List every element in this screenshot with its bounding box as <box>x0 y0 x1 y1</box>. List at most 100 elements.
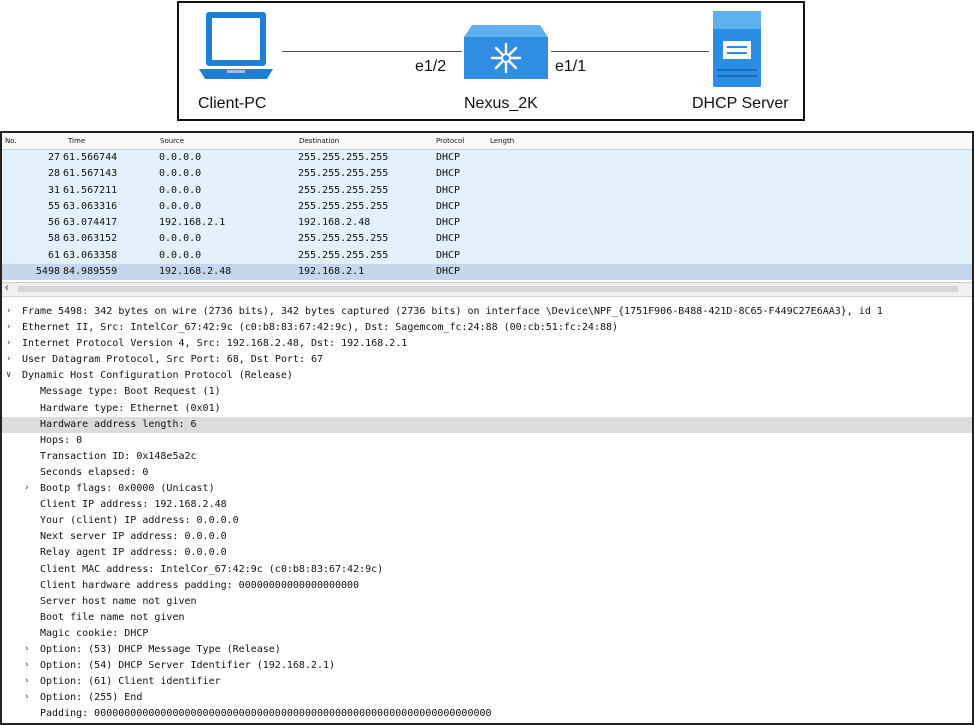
packet-no: 61 <box>47 249 60 261</box>
packet-destination: 192.168.2.48 <box>298 217 371 229</box>
column-header-no[interactable]: No. <box>5 137 17 145</box>
packet-no: 28 <box>47 168 60 180</box>
triangle-right-icon[interactable]: › <box>24 660 29 670</box>
detail-tree-item[interactable]: Hardware type: Ethernet (0x01) <box>2 401 972 417</box>
network-topology-diagram: Client-PC Nexus_2K e1/2 e1/1 DHCP Server <box>177 1 805 121</box>
laptop-icon <box>197 9 275 94</box>
detail-tree-item[interactable]: Client hardware address padding: 0000000… <box>2 578 972 594</box>
nexus-switch-label: Nexus_2K <box>464 95 538 112</box>
detail-tree-item[interactable]: Relay agent IP address: 0.0.0.0 <box>2 545 972 561</box>
packet-row[interactable]: 56 63.074417 192.168.2.1 192.168.2.48 DHCP <box>2 215 972 232</box>
detail-tree-item[interactable]: Client IP address: 192.168.2.48 <box>2 497 972 513</box>
detail-tree-item[interactable]: › Frame 5498: 342 bytes on wire (2736 bit… <box>2 304 972 320</box>
detail-text: Boot file name not given <box>40 611 185 623</box>
packet-row[interactable]: 61 63.063358 0.0.0.0 255.255.255.255 DHCP <box>2 247 972 265</box>
detail-tree-item[interactable]: › Ethernet II, Src: IntelCor_67:42:9c (c0… <box>2 320 972 336</box>
column-header-protocol[interactable]: Protocol <box>436 137 464 145</box>
scroll-left-icon[interactable]: ‹ <box>5 282 9 294</box>
packet-protocol: DHCP <box>436 200 461 212</box>
detail-tree-item[interactable]: Seconds elapsed: 0 <box>2 465 972 481</box>
triangle-right-icon[interactable]: › <box>6 354 11 364</box>
detail-text: Message type: Boot Request (1) <box>40 386 221 398</box>
detail-text: Transaction ID: 0x148e5a2c <box>40 450 197 462</box>
packet-row[interactable]: 31 61.567211 0.0.0.0 255.255.255.255 DHCP <box>2 182 972 199</box>
triangle-right-icon[interactable]: › <box>24 692 29 702</box>
packet-protocol: DHCP <box>436 249 461 261</box>
packet-destination: 255.255.255.255 <box>298 168 389 180</box>
packet-protocol: DHCP <box>436 233 461 245</box>
detail-tree-item[interactable]: › Option: (61) Client identifier <box>2 674 972 690</box>
packet-list-header: No. Time Source Destination Protocol Len… <box>2 133 972 150</box>
packet-no: 58 <box>47 233 60 245</box>
detail-tree-item[interactable]: › Internet Protocol Version 4, Src: 192.1… <box>2 336 972 352</box>
packet-source: 192.168.2.48 <box>159 266 232 278</box>
detail-tree-item[interactable]: Server host name not given <box>2 594 972 610</box>
triangle-right-icon[interactable]: › <box>24 676 29 686</box>
scrollbar-thumb[interactable] <box>18 286 958 292</box>
detail-tree-item[interactable]: Magic cookie: DHCP <box>2 626 972 642</box>
packet-no: 56 <box>47 217 60 229</box>
packet-row[interactable]: 58 63.063152 0.0.0.0 255.255.255.255 DHCP <box>2 231 972 248</box>
packet-source: 0.0.0.0 <box>159 200 202 212</box>
detail-tree-item[interactable]: Next server IP address: 0.0.0.0 <box>2 529 972 545</box>
detail-text: Your (client) IP address: 0.0.0.0 <box>40 515 239 527</box>
column-header-source[interactable]: Source <box>160 137 184 145</box>
packet-protocol: DHCP <box>436 266 461 278</box>
detail-tree-item[interactable]: Hops: 0 <box>2 433 972 449</box>
detail-tree-item[interactable]: Your (client) IP address: 0.0.0.0 <box>2 513 972 529</box>
detail-text: Client IP address: 192.168.2.48 <box>40 499 227 511</box>
detail-text: Option: (255) End <box>40 692 143 704</box>
detail-tree-item[interactable]: Message type: Boot Request (1) <box>2 384 972 400</box>
detail-text: Option: (61) Client identifier <box>40 676 221 688</box>
packet-time: 63.074417 <box>63 217 118 229</box>
detail-tree-item[interactable]: › Option: (54) DHCP Server Identifier (19… <box>2 658 972 674</box>
column-header-time[interactable]: Time <box>68 137 85 145</box>
server-icon <box>709 9 765 94</box>
detail-text: Option: (54) DHCP Server Identifier (192… <box>40 660 336 672</box>
column-header-length[interactable]: Length <box>490 137 514 145</box>
packet-source: 192.168.2.1 <box>159 217 226 229</box>
triangle-down-icon[interactable]: ∨ <box>6 370 11 380</box>
detail-tree-item[interactable]: Client MAC address: IntelCor_67:42:9c (c… <box>2 562 972 578</box>
triangle-right-icon[interactable]: › <box>6 322 11 332</box>
detail-tree-item[interactable]: Transaction ID: 0x148e5a2c <box>2 449 972 465</box>
column-header-destination[interactable]: Destination <box>299 137 339 145</box>
triangle-right-icon[interactable]: › <box>24 644 29 654</box>
packet-row[interactable]: 27 61.566744 0.0.0.0 255.255.255.255 DHCP <box>2 150 972 167</box>
triangle-right-icon[interactable]: › <box>6 338 11 348</box>
detail-tree-item[interactable]: › User Datagram Protocol, Src Port: 68, D… <box>2 352 972 368</box>
packet-list: 27 61.566744 0.0.0.0 255.255.255.255 DHCP 28 6… <box>2 150 972 281</box>
detail-tree-item[interactable]: › Option: (255) End <box>2 690 972 706</box>
detail-tree-item[interactable]: ∨ Dynamic Host Configuration Protocol (Re… <box>2 368 972 384</box>
detail-text: Internet Protocol Version 4, Src: 192.16… <box>22 338 408 350</box>
packet-no: 5498 <box>35 266 60 278</box>
detail-tree-item[interactable]: › Bootp flags: 0x0000 (Unicast) <box>2 481 972 497</box>
packet-protocol: DHCP <box>436 217 461 229</box>
detail-text: Hops: 0 <box>40 434 83 446</box>
port-label-e1-2: e1/2 <box>415 58 447 75</box>
triangle-right-icon[interactable]: › <box>6 306 11 316</box>
detail-text: Hardware address length: 6 <box>40 418 197 430</box>
packet-time: 61.567143 <box>63 168 118 180</box>
packet-time: 61.567211 <box>63 184 118 196</box>
packet-row[interactable]: 28 61.567143 0.0.0.0 255.255.255.255 DHCP <box>2 166 972 183</box>
packet-protocol: DHCP <box>436 184 461 196</box>
packet-time: 63.063152 <box>63 233 118 245</box>
packet-detail-tree: › Frame 5498: 342 bytes on wire (2736 bit… <box>2 304 972 722</box>
detail-text: Relay agent IP address: 0.0.0.0 <box>40 547 227 559</box>
detail-tree-item[interactable]: Hardware address length: 6 <box>2 416 972 433</box>
packet-row[interactable]: 55 63.063316 0.0.0.0 255.255.255.255 DHCP <box>2 198 972 216</box>
packet-protocol: DHCP <box>436 152 461 163</box>
detail-tree-item[interactable]: Padding: 0000000000000000000000000000000… <box>2 706 972 722</box>
triangle-right-icon[interactable]: › <box>24 483 29 493</box>
packet-destination: 255.255.255.255 <box>298 233 389 245</box>
switch-icon <box>462 21 550 88</box>
detail-tree-item[interactable]: Boot file name not given <box>2 610 972 626</box>
packet-row[interactable]: 5498 84.989559 192.168.2.48 192.168.2.1 DHCP <box>2 264 972 281</box>
horizontal-scrollbar[interactable]: ‹ <box>2 282 972 297</box>
packet-no: 55 <box>47 200 60 212</box>
detail-text: User Datagram Protocol, Src Port: 68, Ds… <box>22 354 324 366</box>
link-client-switch <box>282 51 462 52</box>
client-pc-label: Client-PC <box>198 95 267 112</box>
detail-tree-item[interactable]: › Option: (53) DHCP Message Type (Release… <box>2 642 972 658</box>
